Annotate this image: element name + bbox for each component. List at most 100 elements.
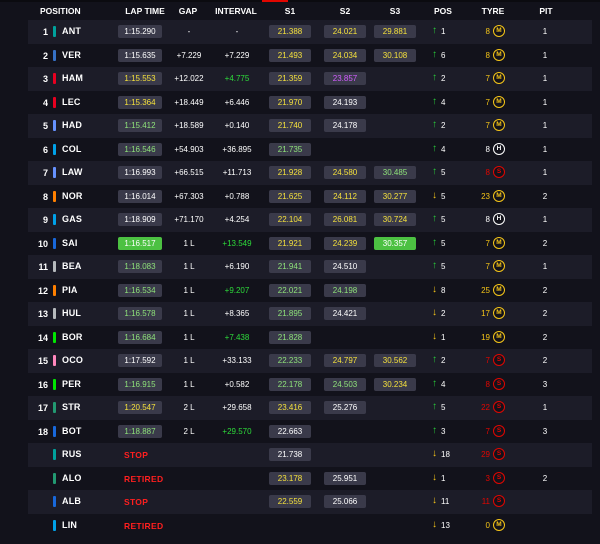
- sector-s1: 21.928: [269, 166, 311, 179]
- pit-stops: 1: [542, 121, 548, 130]
- driver-code[interactable]: NOR: [62, 191, 83, 201]
- tyre-compound-icon: S: [493, 471, 505, 484]
- table-row[interactable]: 12 PIA 1:16.534 1 L +9.207 22.021 24.198 ↓ 8 25 M 2: [28, 278, 592, 302]
- lap-time: 1:15.290: [118, 25, 162, 38]
- interval-value: +6.446: [224, 97, 250, 107]
- gap-value: 1 L: [183, 379, 195, 389]
- lap-time: 1:16.517: [118, 236, 162, 250]
- gap-value: +7.229: [176, 50, 202, 60]
- table-row[interactable]: 11 BEA 1:18.083 1 L +6.190 21.941 24.510 ↑ 5 7 M 1: [28, 255, 592, 279]
- team-color-bar: [53, 496, 56, 507]
- driver-code[interactable]: ANT: [62, 26, 81, 36]
- table-row[interactable]: 6 COL 1:16.546 +54.903 +36.895 21.735 ↑ 4 8 H 1: [28, 137, 592, 161]
- driver-code[interactable]: BEA: [62, 261, 82, 271]
- table-row[interactable]: 18 BOT 1:18.887 2 L +29.570 22.663 ↑ 3 7 S 3: [28, 419, 592, 443]
- tyre-laps: 0: [485, 520, 490, 530]
- tyre-compound-icon: H: [493, 142, 505, 155]
- table-row[interactable]: RUS STOP 21.738 ↓ 18 29 S: [28, 443, 592, 467]
- interval-value: +4.254: [224, 215, 250, 224]
- interval-value: +11.713: [222, 168, 252, 177]
- sector-s2: 24.021: [324, 25, 366, 38]
- table-row[interactable]: 5 HAD 1:15.412 +18.589 +0.140 21.740 24.178 ↑ 2 7…: [28, 114, 592, 138]
- team-color-bar: [53, 96, 56, 108]
- position-number: 11: [38, 262, 48, 272]
- tyre-compound-icon: H: [493, 213, 505, 225]
- sector-s2: 24.178: [324, 119, 366, 132]
- gap-value: 1 L: [183, 238, 195, 248]
- positions-changed: 5: [441, 238, 446, 248]
- table-row[interactable]: 4 LEC 1:15.364 +18.449 +6.446 21.970 24.193 ↑ 4 7…: [28, 90, 592, 114]
- table-row[interactable]: LIN RETIRED ↓ 13 0 M: [28, 513, 592, 537]
- pit-stops: 3: [542, 379, 548, 389]
- tyre-compound-icon: M: [493, 330, 505, 343]
- driver-code[interactable]: HAM: [62, 73, 83, 83]
- interval-value: +13.549: [222, 238, 252, 248]
- tyre-laps: 8: [485, 379, 490, 389]
- interval-value: +29.658: [222, 403, 252, 412]
- driver-code[interactable]: VER: [62, 50, 81, 60]
- table-row[interactable]: 2 VER 1:15.635 +7.229 +7.229 21.493 24.034 30.1…: [28, 43, 592, 67]
- team-color-bar: [53, 331, 56, 343]
- driver-code[interactable]: PIA: [62, 285, 78, 295]
- table-row[interactable]: 8 NOR 1:16.014 +67.303 +0.788 21.625 24.112 30.…: [28, 184, 592, 208]
- table-row[interactable]: 15 OCO 1:17.592 1 L +33.133 22.233 24.797 30.56…: [28, 349, 592, 373]
- tyre-laps: 7: [485, 262, 490, 271]
- interval-value: +7.229: [224, 50, 250, 60]
- driver-code[interactable]: SAI: [62, 238, 78, 248]
- positions-changed: 1: [441, 473, 446, 483]
- sector-s1: 21.941: [269, 260, 311, 273]
- tyre-laps: 19: [481, 332, 490, 342]
- sector-s1: 21.359: [269, 72, 311, 85]
- sector-s2: 24.580: [324, 166, 366, 179]
- timing-table: 1 ANT 1:15.290- -21.388 24.021 29.881 ↑ 1 8 M 1 2 VE…: [28, 20, 592, 537]
- pit-stops: 1: [542, 50, 548, 60]
- driver-code[interactable]: BOT: [62, 426, 82, 436]
- driver-code[interactable]: HUL: [62, 308, 81, 318]
- positions-changed: 5: [441, 191, 446, 201]
- driver-code[interactable]: ALO: [62, 473, 82, 483]
- sector-s1: 22.233: [269, 354, 311, 367]
- table-row[interactable]: ALO RETIRED 23.178 25.951 ↓ 1 3 S 2: [28, 466, 592, 490]
- driver-code[interactable]: COL: [62, 144, 82, 154]
- driver-code[interactable]: GAS: [62, 214, 82, 224]
- sector-s3: 30.562: [374, 354, 416, 367]
- table-row[interactable]: 9 GAS 1:18.909 +71.170 +4.254 22.104 26.081 30.…: [28, 208, 592, 232]
- table-row[interactable]: 7 LAW 1:16.993 +66.515 +11.713 21.928 24.580 30…: [28, 161, 592, 185]
- table-row[interactable]: 13 HUL 1:16.578 1 L +8.365 21.895 24.421 ↓ 2 17 M 2: [28, 302, 592, 326]
- position-number: 4: [42, 97, 48, 108]
- pit-stops: 2: [542, 309, 548, 318]
- table-row[interactable]: 17 STR 1:20.547 2 L +29.658 23.416 25.276 ↑ 5 22 S…: [28, 396, 592, 420]
- interval-value: +0.788: [224, 191, 250, 201]
- tyre-compound-icon: S: [493, 401, 505, 413]
- sector-s2: 24.198: [324, 283, 366, 297]
- driver-code[interactable]: PER: [62, 379, 81, 389]
- pit-stops: 1: [542, 403, 548, 412]
- driver-code[interactable]: RUS: [62, 449, 82, 459]
- team-color-bar: [53, 355, 56, 366]
- lap-time: 1:16.684: [118, 330, 162, 344]
- driver-code[interactable]: LIN: [62, 520, 77, 530]
- team-color-bar: [53, 167, 56, 178]
- tyre-laps: 7: [485, 74, 490, 83]
- table-row[interactable]: 10 SAI 1:16.517 1 L +13.549 21.921 24.239 30.35…: [28, 231, 592, 255]
- table-row[interactable]: 14 BOR 1:16.684 1 L +7.438 21.828 ↓ 1 19 M 2: [28, 325, 592, 349]
- table-row[interactable]: 16 PER 1:16.915 1 L +0.582 22.178 24.503 30.234…: [28, 372, 592, 396]
- driver-code[interactable]: BOR: [62, 332, 83, 342]
- table-row[interactable]: 1 ANT 1:15.290 - - 21.388 24.021 29.881 ↑ 1 8 M 1: [28, 20, 592, 44]
- table-row[interactable]: ALB STOP 22.559 25.066 ↓ 11 11 S: [28, 490, 592, 514]
- sector-s2: 24.421: [324, 307, 366, 320]
- arrow-up-icon: ↑: [432, 260, 437, 271]
- driver-code[interactable]: LAW: [62, 167, 83, 177]
- team-color-bar: [53, 73, 56, 84]
- positions-changed: 1: [441, 332, 446, 342]
- driver-code[interactable]: ALB: [62, 496, 81, 506]
- driver-code[interactable]: STR: [62, 402, 81, 412]
- table-row[interactable]: 3 HAM 1:15.553 +12.022 +4.775 21.359 23.857 ↑ 2 7…: [28, 67, 592, 91]
- lap-time: 1:16.993: [118, 166, 162, 179]
- arrow-up-icon: ↑: [432, 377, 437, 389]
- sector-s3: 30.724: [374, 213, 416, 226]
- driver-code[interactable]: HAD: [62, 120, 82, 130]
- driver-code[interactable]: LEC: [62, 97, 81, 107]
- driver-code[interactable]: OCO: [62, 355, 83, 365]
- positions-changed: 13: [441, 520, 450, 530]
